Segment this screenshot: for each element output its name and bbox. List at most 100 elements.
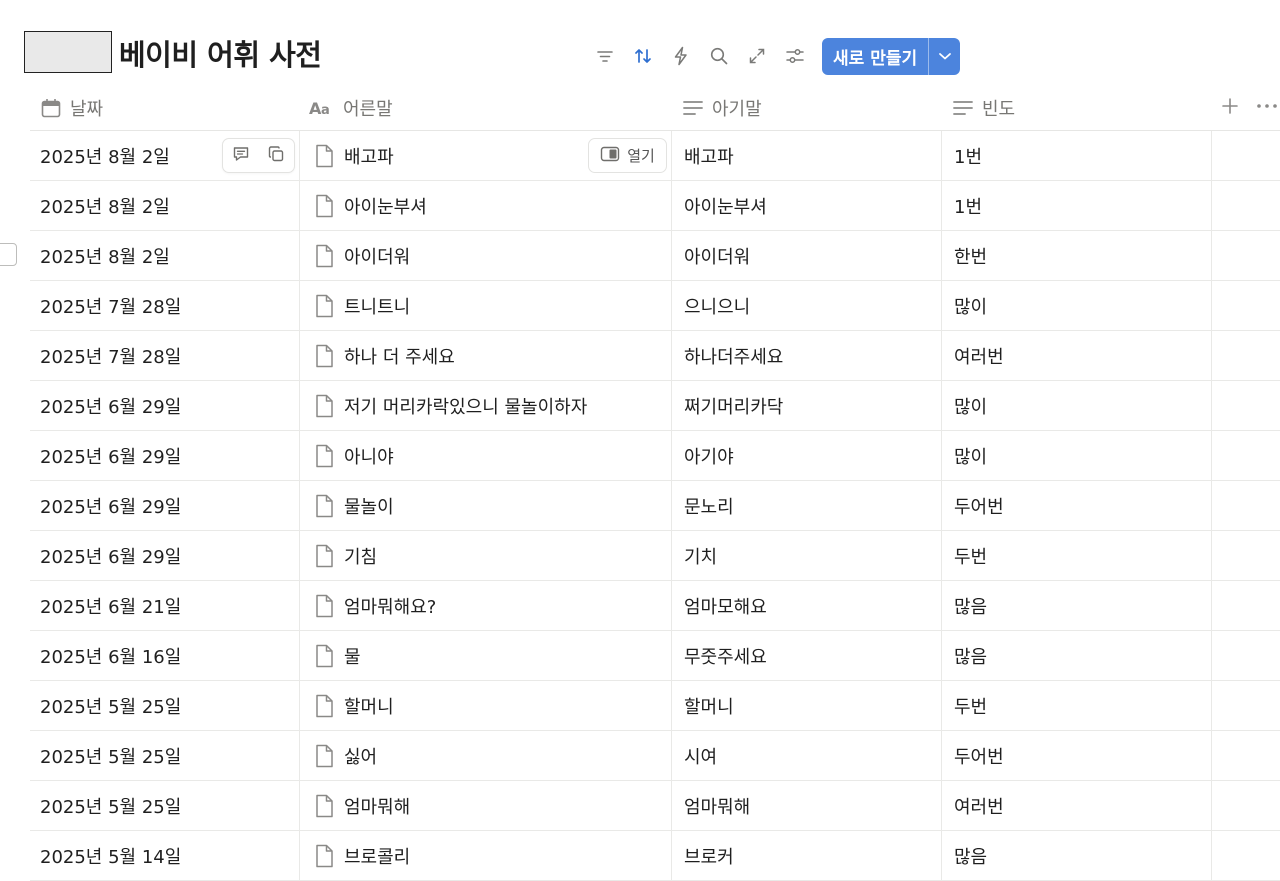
frequency-cell[interactable]: 두어번 [941, 481, 1211, 530]
adult-word-cell[interactable]: 엄마뭐해요? [299, 581, 670, 630]
baby-word-cell[interactable]: 브로커 [671, 831, 941, 880]
date-cell[interactable]: 2025년 6월 29일 [40, 531, 298, 580]
empty-cell[interactable] [1211, 631, 1280, 680]
adult-word-cell[interactable]: 아이더워 [299, 231, 670, 280]
search-icon[interactable] [700, 38, 738, 74]
empty-cell[interactable] [1211, 181, 1280, 230]
adult-word[interactable]: 아이눈부셔 [344, 193, 427, 219]
column-header-adult[interactable]: Aa 어른말 [309, 85, 393, 130]
baby-word-cell[interactable]: 문노리 [671, 481, 941, 530]
date-cell[interactable]: 2025년 6월 29일 [40, 381, 298, 430]
empty-cell[interactable] [1211, 781, 1280, 830]
table-row[interactable]: 2025년 8월 2일 아이더워 아이더워 한번 [30, 231, 1280, 281]
adult-word[interactable]: 물놀이 [344, 493, 394, 519]
duplicate-icon[interactable] [267, 145, 285, 167]
adult-word-cell[interactable]: 엄마뭐해 [299, 781, 670, 830]
frequency-cell[interactable]: 많이 [941, 381, 1211, 430]
empty-cell[interactable] [1211, 131, 1280, 180]
automation-icon[interactable] [662, 38, 700, 74]
table-row[interactable]: 2025년 7월 28일 트니트니 으니으니 많이 [30, 281, 1280, 331]
empty-cell[interactable] [1211, 731, 1280, 780]
table-row[interactable]: 2025년 5월 25일 할머니 할머니 두번 [30, 681, 1280, 731]
empty-cell[interactable] [1211, 281, 1280, 330]
empty-cell[interactable] [1211, 381, 1280, 430]
column-header-baby[interactable]: 아기말 [682, 85, 762, 130]
table-row[interactable]: 2025년 5월 25일 엄마뭐해 엄마뭐해 여러번 [30, 781, 1280, 831]
adult-word-cell[interactable]: 기침 [299, 531, 670, 580]
frequency-cell[interactable]: 많음 [941, 631, 1211, 680]
table-row[interactable]: 2025년 8월 2일 배고파 배고파 1번 열기 [30, 131, 1280, 181]
baby-word-cell[interactable]: 엄마모해요 [671, 581, 941, 630]
adult-word[interactable]: 싫어 [344, 743, 377, 769]
table-row[interactable]: 2025년 6월 29일 물놀이 문노리 두어번 [30, 481, 1280, 531]
table-row[interactable]: 2025년 5월 25일 싫어 시여 두어번 [30, 731, 1280, 781]
date-cell[interactable]: 2025년 6월 29일 [40, 481, 298, 530]
adult-word-cell[interactable]: 싫어 [299, 731, 670, 780]
adult-word-cell[interactable]: 할머니 [299, 681, 670, 730]
table-row[interactable]: 2025년 6월 16일 물 무줏주세요 많음 [30, 631, 1280, 681]
table-row[interactable]: 2025년 6월 29일 저기 머리카락있으니 물놀이하자 쩌기머리카닥 많이 [30, 381, 1280, 431]
adult-word[interactable]: 엄마뭐해 [344, 793, 410, 819]
baby-word-cell[interactable]: 시여 [671, 731, 941, 780]
frequency-cell[interactable]: 두어번 [941, 731, 1211, 780]
empty-cell[interactable] [1211, 531, 1280, 580]
baby-word-cell[interactable]: 배고파 [671, 131, 941, 180]
table-row[interactable]: 2025년 6월 29일 아니야 아기야 많이 [30, 431, 1280, 481]
add-column-icon[interactable] [1218, 94, 1242, 122]
filter-icon[interactable] [586, 38, 624, 74]
frequency-cell[interactable]: 많음 [941, 831, 1211, 880]
row-checkbox[interactable] [0, 243, 17, 266]
adult-word[interactable]: 물 [344, 643, 361, 669]
date-cell[interactable]: 2025년 7월 28일 [40, 331, 298, 380]
adult-word-cell[interactable]: 하나 더 주세요 [299, 331, 670, 380]
comment-icon[interactable] [232, 145, 250, 167]
frequency-cell[interactable]: 많음 [941, 581, 1211, 630]
adult-word[interactable]: 아이더워 [344, 243, 410, 269]
empty-cell[interactable] [1211, 231, 1280, 280]
empty-cell[interactable] [1211, 331, 1280, 380]
frequency-cell[interactable]: 1번 [941, 131, 1211, 180]
expand-icon[interactable] [738, 38, 776, 74]
more-options-icon[interactable] [1255, 94, 1279, 122]
baby-word-cell[interactable]: 하나더주세요 [671, 331, 941, 380]
column-header-frequency[interactable]: 빈도 [952, 85, 1015, 130]
adult-word-cell[interactable]: 물 [299, 631, 670, 680]
table-row[interactable]: 2025년 7월 28일 하나 더 주세요 하나더주세요 여러번 [30, 331, 1280, 381]
empty-cell[interactable] [1211, 581, 1280, 630]
empty-cell[interactable] [1211, 681, 1280, 730]
empty-cell[interactable] [1211, 481, 1280, 530]
adult-word-cell[interactable]: 아이눈부셔 [299, 181, 670, 230]
empty-cell[interactable] [1211, 431, 1280, 480]
adult-word[interactable]: 하나 더 주세요 [344, 343, 455, 369]
table-row[interactable]: 2025년 6월 21일 엄마뭐해요? 엄마모해요 많음 [30, 581, 1280, 631]
adult-word[interactable]: 배고파 [344, 143, 394, 169]
adult-word-cell[interactable]: 저기 머리카락있으니 물놀이하자 [299, 381, 670, 430]
empty-cell[interactable] [1211, 831, 1280, 880]
baby-word-cell[interactable]: 아이눈부셔 [671, 181, 941, 230]
sort-icon[interactable] [624, 38, 662, 74]
date-cell[interactable]: 2025년 8월 2일 [40, 181, 298, 230]
frequency-cell[interactable]: 많이 [941, 281, 1211, 330]
adult-word[interactable]: 할머니 [344, 693, 394, 719]
date-cell[interactable]: 2025년 5월 25일 [40, 781, 298, 830]
frequency-cell[interactable]: 두번 [941, 681, 1211, 730]
frequency-cell[interactable]: 여러번 [941, 331, 1211, 380]
adult-word-cell[interactable]: 물놀이 [299, 481, 670, 530]
adult-word-cell[interactable]: 아니야 [299, 431, 670, 480]
baby-word-cell[interactable]: 아이더워 [671, 231, 941, 280]
chevron-down-icon[interactable] [928, 37, 960, 75]
frequency-cell[interactable]: 1번 [941, 181, 1211, 230]
adult-word[interactable]: 트니트니 [344, 293, 410, 319]
frequency-cell[interactable]: 많이 [941, 431, 1211, 480]
table-row[interactable]: 2025년 5월 14일 브로콜리 브로커 많음 [30, 831, 1280, 881]
baby-word-cell[interactable]: 아기야 [671, 431, 941, 480]
column-header-date[interactable]: 날짜 [40, 85, 103, 130]
new-button[interactable]: 새로 만들기 [822, 38, 928, 75]
baby-word-cell[interactable]: 무줏주세요 [671, 631, 941, 680]
adult-word[interactable]: 아니야 [344, 443, 394, 469]
table-row[interactable]: 2025년 6월 29일 기침 기치 두번 [30, 531, 1280, 581]
adult-word-cell[interactable]: 트니트니 [299, 281, 670, 330]
adult-word[interactable]: 저기 머리카락있으니 물놀이하자 [344, 393, 587, 419]
date-cell[interactable]: 2025년 5월 25일 [40, 681, 298, 730]
date-cell[interactable]: 2025년 6월 29일 [40, 431, 298, 480]
